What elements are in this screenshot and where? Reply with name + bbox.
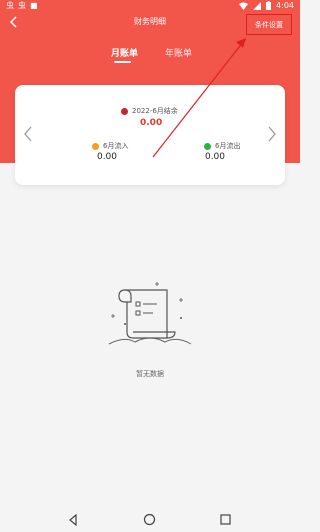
empty-state-text: 暂无数据 [136,370,164,378]
income-dot [92,142,99,150]
status-bar: 虫 虫 ■ 4:04 [0,0,300,13]
nav-back-icon[interactable] [68,514,78,526]
expense-value: 0.00 [204,152,226,162]
notification-bug-icon: 虫 [6,1,14,10]
expense-dot [204,142,211,150]
signal-icon [253,1,262,10]
income-value: 0.00 [96,152,118,162]
notification-bug-icon: 虫 [18,1,26,10]
active-tab-indicator [114,61,131,63]
filter-settings-button[interactable]: 条件设置 [246,14,292,35]
notification-icons: 虫 虫 ■ [6,1,38,11]
tab-bar: 月账单 年账单 [0,46,300,66]
balance-dot [121,107,128,115]
expense-label-row: 6月流出 [204,141,240,151]
income-label-row: 6月流入 [92,141,128,151]
previous-month-arrow-icon[interactable] [23,125,33,143]
page-title: 财务明细 [134,17,166,26]
nav-home-icon[interactable] [143,513,156,526]
notification-app-icon: ■ [30,1,38,10]
wifi-icon [239,2,249,10]
chevron-left-icon [9,16,17,28]
tab-yearly[interactable]: 年账单 [165,46,192,59]
status-right: 4:04 [239,1,294,10]
balance-label: 2022-6月结余 [132,107,178,115]
nav-recent-apps-icon[interactable] [220,514,231,525]
summary-card: 2022-6月结余 0.00 6月流入 0.00 6月流出 0.00 [15,85,285,185]
empty-document-icon [108,282,192,345]
tab-monthly[interactable]: 月账单 [111,46,138,59]
expense-label: 6月流出 [215,142,241,150]
battery-icon [266,1,272,10]
income-label: 6月流入 [103,142,129,150]
back-button[interactable] [6,14,20,30]
balance-value: 0.00 [140,118,163,128]
system-nav-bar [0,508,300,532]
balance-label-row: 2022-6月结余 [121,106,178,116]
next-month-arrow-icon[interactable] [267,125,277,143]
status-time: 4:04 [276,1,294,10]
